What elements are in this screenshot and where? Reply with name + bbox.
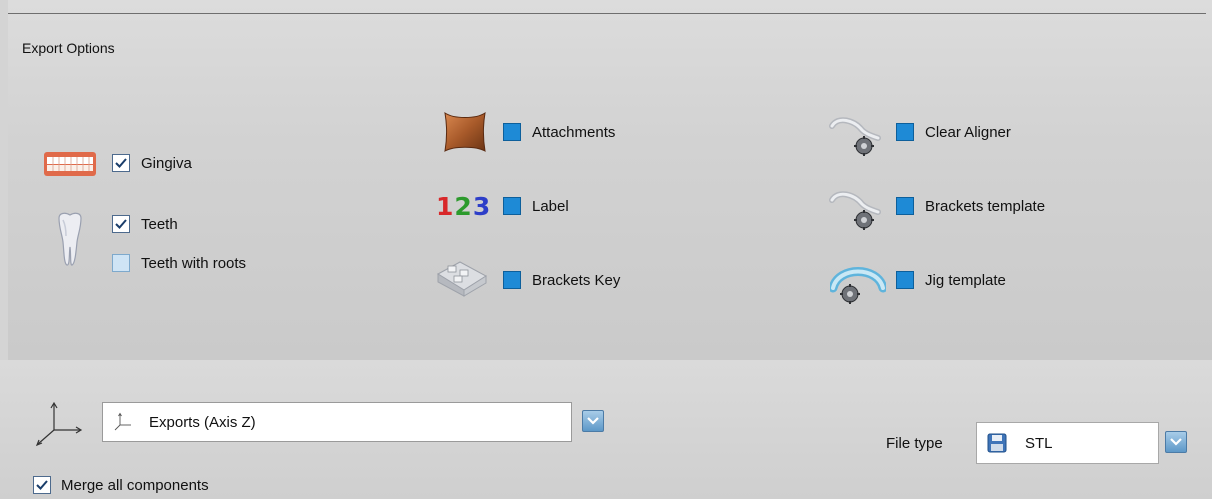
attachments-checkbox[interactable] xyxy=(503,123,521,141)
axis-icon xyxy=(34,400,86,453)
brackets-template-option[interactable]: Brackets template xyxy=(896,197,1045,215)
gingiva-label: Gingiva xyxy=(141,154,192,172)
file-type-dropdown-button[interactable] xyxy=(1165,431,1187,453)
merge-all-option[interactable]: Merge all components xyxy=(33,476,209,494)
teeth-with-roots-option[interactable]: Teeth with roots xyxy=(112,254,246,272)
merge-all-checkbox[interactable] xyxy=(33,476,51,494)
brackets-key-icon xyxy=(434,256,490,303)
chevron-down-icon xyxy=(1170,438,1182,446)
label-option[interactable]: Label xyxy=(503,197,569,215)
clear-aligner-icon xyxy=(828,114,884,163)
gingiva-option[interactable]: Gingiva xyxy=(112,154,192,172)
merge-all-label: Merge all components xyxy=(61,476,209,494)
jig-template-option[interactable]: Jig template xyxy=(896,271,1006,289)
axis-dropdown-button[interactable] xyxy=(582,410,604,432)
floppy-disk-icon xyxy=(987,433,1007,453)
gingiva-checkbox[interactable] xyxy=(112,154,130,172)
brackets-template-icon xyxy=(828,188,884,237)
attachment-icon xyxy=(442,110,488,159)
file-type-select[interactable]: STL xyxy=(976,422,1159,464)
teeth-label: Teeth xyxy=(141,215,178,233)
brackets-key-option[interactable]: Brackets Key xyxy=(503,271,620,289)
gingiva-icon xyxy=(44,148,96,183)
chevron-down-icon xyxy=(587,417,599,425)
export-options-title: Export Options xyxy=(22,40,115,56)
brackets-key-checkbox[interactable] xyxy=(503,271,521,289)
export-options-panel xyxy=(8,0,1212,360)
label-123-icon: 123 xyxy=(436,192,492,221)
axis-small-icon xyxy=(114,412,131,431)
teeth-option[interactable]: Teeth xyxy=(112,215,178,233)
jig-template-checkbox[interactable] xyxy=(896,271,914,289)
label-label: Label xyxy=(532,197,569,215)
axis-select[interactable]: Exports (Axis Z) xyxy=(102,402,572,442)
attachments-label: Attachments xyxy=(532,123,616,141)
teeth-with-roots-checkbox[interactable] xyxy=(112,254,130,272)
teeth-checkbox[interactable] xyxy=(112,215,130,233)
attachments-option[interactable]: Attachments xyxy=(503,123,615,141)
clear-aligner-option[interactable]: Clear Aligner xyxy=(896,123,1011,141)
file-type-value: STL xyxy=(1025,434,1053,452)
brackets-template-checkbox[interactable] xyxy=(896,197,914,215)
tooth-icon xyxy=(55,212,85,273)
jig-template-label: Jig template xyxy=(925,271,1006,289)
axis-select-value: Exports (Axis Z) xyxy=(149,413,256,431)
clear-aligner-checkbox[interactable] xyxy=(896,123,914,141)
label-checkbox[interactable] xyxy=(503,197,521,215)
jig-template-icon xyxy=(828,258,888,311)
teeth-with-roots-label: Teeth with roots xyxy=(141,254,247,272)
brackets-key-label: Brackets Key xyxy=(532,271,621,289)
file-type-label: File type xyxy=(886,435,943,452)
clear-aligner-label: Clear Aligner xyxy=(925,123,1011,141)
top-divider xyxy=(8,13,1206,14)
brackets-template-label: Brackets template xyxy=(925,197,1046,215)
